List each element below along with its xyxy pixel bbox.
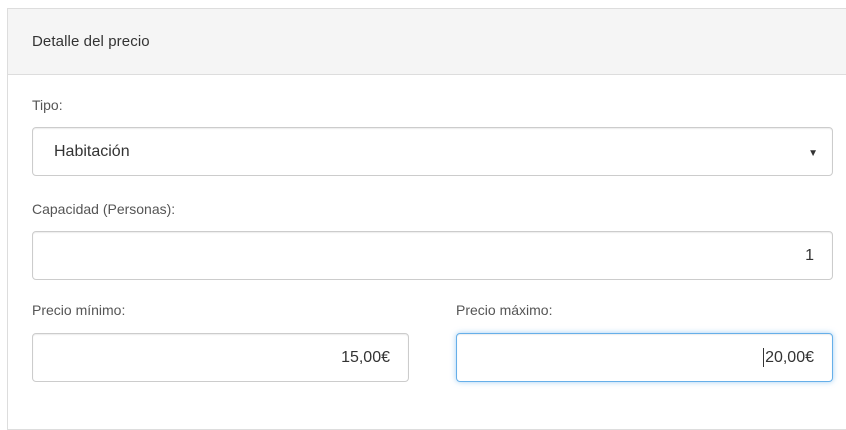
capacidad-input-value: 1	[805, 246, 814, 264]
panel-title: Detalle del precio	[32, 33, 150, 50]
tipo-label: Tipo:	[32, 97, 63, 113]
caret-down-icon: ▼	[808, 148, 818, 159]
capacidad-label: Capacidad (Personas):	[32, 201, 176, 217]
tipo-select-value: Habitación	[54, 142, 130, 160]
precio-minimo-input-value: 15,00€	[341, 348, 390, 366]
text-cursor	[763, 348, 765, 367]
precio-maximo-input[interactable]: 20,00€	[456, 333, 833, 382]
tipo-select[interactable]: Habitación ▼	[32, 127, 833, 176]
precio-maximo-input-value: 20,00€	[765, 348, 814, 366]
precio-minimo-input[interactable]: 15,00€	[32, 333, 409, 382]
capacidad-input[interactable]: 1	[32, 231, 833, 280]
precio-maximo-label: Precio máximo:	[456, 302, 553, 318]
panel-header: Detalle del precio	[8, 9, 846, 75]
precio-minimo-label: Precio mínimo:	[32, 302, 126, 318]
